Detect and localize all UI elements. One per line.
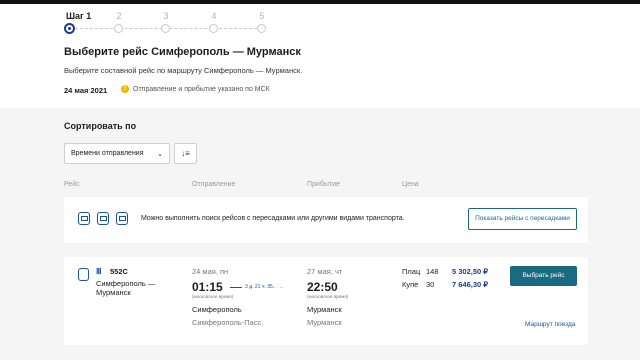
- sort-title: Сортировать по: [64, 121, 137, 131]
- train-number-icon: Ⅲ: [96, 267, 102, 276]
- train-number: 552С: [110, 267, 128, 276]
- departure-date: 24 мая, пн: [192, 267, 229, 276]
- departure-time-note: (московское время): [192, 294, 234, 299]
- train-route-link[interactable]: Маршрут поезда: [525, 321, 575, 328]
- transfer-info-text: Можно выполнить поиск рейсов с пересадка…: [141, 215, 405, 222]
- page-title: Выберите рейс Симферополь — Мурманск: [64, 46, 301, 58]
- train-icon: [97, 212, 109, 225]
- step-indicator: Шаг 1 2 3 4 5: [64, 11, 274, 34]
- warning-icon: !: [121, 85, 129, 93]
- timezone-note: ! Отправление и прибытие указано по МСК: [121, 85, 270, 93]
- step-4-label: 4: [211, 11, 217, 21]
- train-icon: [78, 268, 89, 281]
- trip-route: Симферополь — Мурманск: [96, 279, 156, 297]
- transfer-info-box: Можно выполнить поиск рейсов с пересадка…: [64, 197, 588, 243]
- arrival-time-note: (московское время): [307, 294, 349, 299]
- column-header-trip: Рейс: [64, 181, 80, 188]
- page-subtitle: Выберите составной рейс по маршруту Симф…: [64, 66, 303, 75]
- arrival-station: Мурманск: [307, 318, 342, 327]
- show-transfers-button[interactable]: Показать рейсы с пересадками: [468, 208, 577, 230]
- luggage-icon: [116, 212, 128, 225]
- departure-time: 01:15: [192, 280, 223, 294]
- sort-select[interactable]: Времени отправления ⌄: [64, 143, 170, 164]
- travel-date: 24 мая 2021: [64, 86, 108, 95]
- trip-card: Ⅲ 552С Симферополь — Мурманск 24 мая, пн…: [64, 257, 588, 345]
- arrival-time: 22:50: [307, 280, 338, 294]
- bus-icon: [78, 212, 90, 225]
- class-price: 5 302,50 ₽: [452, 267, 489, 276]
- class-name: Купе: [402, 280, 419, 289]
- step-2-dot: [114, 24, 123, 33]
- class-seats: 148: [426, 267, 439, 276]
- arrival-city: Мурманск: [307, 305, 342, 314]
- arrow-right-icon: →: [278, 284, 284, 290]
- transport-icons: [78, 212, 128, 225]
- column-header-price: Цена: [402, 181, 419, 188]
- sort-order-icon: ↓≡: [181, 149, 190, 158]
- step-5-dot: [257, 24, 266, 33]
- column-header-departure: Отправление: [192, 181, 236, 188]
- departure-station: Симферополь-Пасс.: [192, 318, 264, 327]
- choose-trip-button[interactable]: Выбрать рейс: [510, 266, 577, 286]
- timezone-note-text: Отправление и прибытие указано по МСК: [133, 85, 270, 93]
- chevron-down-icon: ⌄: [157, 150, 163, 158]
- column-header-arrival: Прибытие: [307, 181, 340, 188]
- arrival-date: 27 мая, чт: [307, 267, 343, 276]
- sort-order-button[interactable]: ↓≡: [174, 143, 197, 164]
- class-seats: 30: [426, 280, 435, 289]
- step-1-dot[interactable]: [64, 23, 75, 34]
- duration-line-left: [230, 286, 242, 288]
- step-5-label: 5: [259, 11, 265, 21]
- step-1-label: Шаг 1: [66, 11, 92, 21]
- class-name: Плац: [402, 267, 421, 276]
- class-price: 7 646,30 ₽: [452, 280, 489, 289]
- sort-select-value: Времени отправления: [71, 150, 144, 157]
- step-4-dot: [209, 24, 218, 33]
- step-3-dot: [161, 24, 170, 33]
- step-2-label: 2: [116, 11, 122, 21]
- departure-city: Симферополь: [192, 305, 242, 314]
- trip-duration: 3 д. 21 ч. 35.. →: [230, 284, 284, 290]
- step-3-label: 3: [163, 11, 169, 21]
- duration-text: 3 д. 21 ч. 35..: [245, 284, 276, 290]
